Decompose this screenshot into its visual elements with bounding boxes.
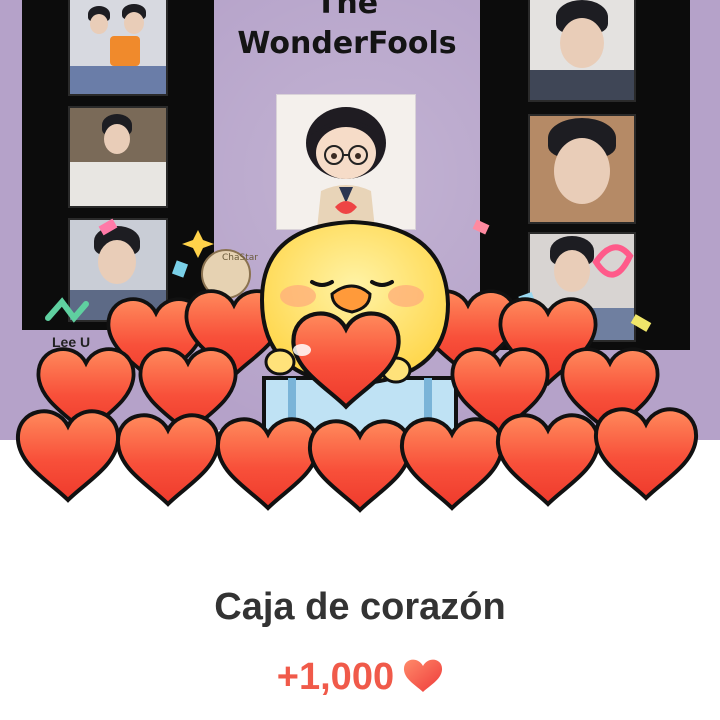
- gift-name: Caja de corazón: [214, 586, 506, 628]
- heart: [399, 417, 505, 510]
- heart: [15, 409, 121, 502]
- heart: [593, 407, 699, 500]
- heart: [215, 417, 321, 510]
- gift-value: +1,000: [276, 656, 395, 698]
- heart-icon: [403, 658, 443, 698]
- heart: [495, 413, 601, 506]
- gift-animation: ChaStar: [15, 218, 699, 512]
- heart: [115, 413, 221, 506]
- gift-value-row: +1,000: [0, 656, 720, 699]
- heart: [307, 419, 413, 512]
- svg-text:ChaStar: ChaStar: [222, 253, 258, 263]
